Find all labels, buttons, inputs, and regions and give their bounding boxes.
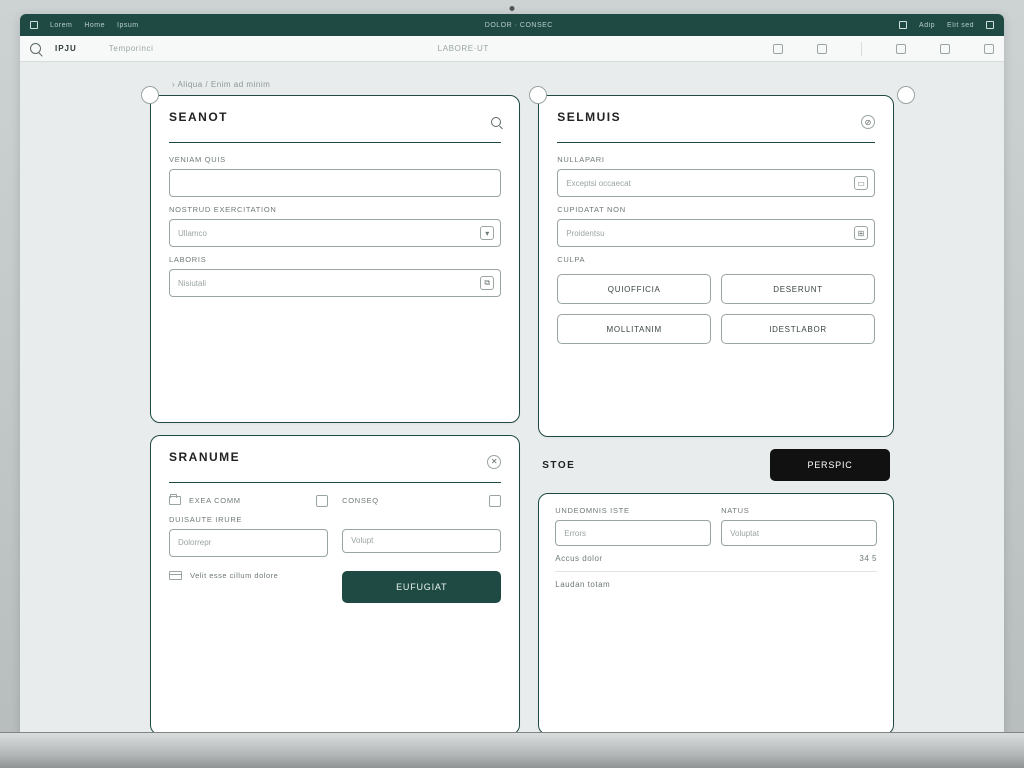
url-toolbar: IPJU Temporinci LABORE·UT	[20, 36, 1004, 62]
square-icon[interactable]	[489, 495, 501, 507]
option-button[interactable]: IDESTLABOR	[721, 314, 875, 344]
anchor-handle-icon[interactable]	[897, 86, 915, 104]
anchor-handle-icon[interactable]	[141, 86, 159, 104]
checkbox-label[interactable]: Velit esse cillum dolore	[190, 571, 278, 580]
browser-tabbar: Lorem Home Ipsum DOLOR · CONSEC Adip Eli…	[20, 14, 1004, 36]
card-left-bottom: SRANUME ✕ EXEA COMM	[150, 435, 520, 734]
search-icon[interactable]	[491, 117, 501, 127]
text-input[interactable]: Nisiutali ⧉	[169, 269, 501, 297]
chip-icon[interactable]: ⊞	[854, 226, 868, 240]
field-label: CUPIDATAT NON	[557, 205, 875, 214]
input-placeholder: Proidentsu	[566, 229, 604, 238]
field-label: CONSEQ	[342, 496, 379, 505]
input-placeholder: Ullamco	[178, 229, 207, 238]
field-label	[342, 515, 501, 524]
card-right-top: SELMUIS ⊘ NULLAPARI Exceptsi occaecat ▭ …	[538, 95, 894, 437]
close-icon[interactable]: ✕	[487, 455, 501, 469]
toolbar-icon[interactable]	[773, 44, 783, 54]
card-title: SEANOT	[169, 110, 228, 124]
field-label: EXEA COMM	[189, 496, 241, 505]
option-button[interactable]: DESERUNT	[721, 274, 875, 304]
tab-right-item[interactable]: Elit sed	[947, 22, 974, 29]
primary-action-button[interactable]: PERSPIC	[770, 449, 890, 481]
text-input[interactable]	[169, 169, 501, 197]
camera-dot	[510, 6, 515, 11]
tab-item[interactable]: Ipsum	[117, 22, 139, 29]
toolbar-hint: Temporinci	[109, 44, 154, 53]
summary-row: Laudan totam	[555, 572, 877, 597]
field-label: VENIAM QUIS	[169, 155, 501, 164]
tab-action-icon[interactable]	[899, 21, 907, 29]
close-icon[interactable]: ⊘	[861, 115, 875, 129]
toolbar-icon[interactable]	[940, 44, 950, 54]
dropdown-icon[interactable]: ▾	[480, 226, 494, 240]
field-label: LABORIS	[169, 255, 501, 264]
text-input[interactable]: Proidentsu ⊞	[557, 219, 875, 247]
brand-label: IPJU	[55, 44, 77, 53]
card-icon	[169, 571, 182, 580]
field-label: UNDEOMNIS ISTE	[555, 506, 711, 515]
card-title: SELMUIS	[557, 110, 621, 124]
option-button[interactable]: MOLLITANIM	[557, 314, 711, 344]
anchor-handle-icon[interactable]	[529, 86, 547, 104]
card-title: SRANUME	[169, 450, 240, 464]
option-button[interactable]: QUIOFFICIA	[557, 274, 711, 304]
field-label: NOSTRUD EXERCITATION	[169, 205, 501, 214]
search-icon[interactable]	[316, 495, 328, 507]
tab-center-label: DOLOR · CONSEC	[485, 22, 553, 29]
search-icon[interactable]	[30, 43, 41, 54]
card-right-bottom: UNDEOMNIS ISTE Errors NATUS Voluptat Acc…	[538, 493, 894, 734]
text-input[interactable]: Dolorrepr	[169, 529, 328, 557]
window-control-icon[interactable]	[30, 21, 38, 29]
summary-row: Accus dolor 34 5	[555, 546, 877, 572]
toolbar-icon[interactable]	[896, 44, 906, 54]
input-placeholder: Exceptsi occaecat	[566, 179, 630, 188]
calendar-icon[interactable]: ▭	[854, 176, 868, 190]
text-input[interactable]: Ullamco ▾	[169, 219, 501, 247]
field-label: CULPA	[557, 255, 875, 264]
text-input[interactable]: Volupt	[342, 529, 501, 553]
text-input[interactable]: Exceptsi occaecat ▭	[557, 169, 875, 197]
device-hinge	[0, 732, 1024, 768]
folder-icon	[169, 496, 181, 505]
tab-action-icon[interactable]	[986, 21, 994, 29]
toolbar-icon[interactable]	[984, 44, 994, 54]
copy-icon[interactable]: ⧉	[480, 276, 494, 290]
section-label: STOE	[542, 460, 575, 471]
input-placeholder: Nisiutali	[178, 279, 206, 288]
card-left-top: SEANOT VENIAM QUIS NOSTRUD EXERCITATION …	[150, 95, 520, 423]
toolbar-center: LABORE·UT	[438, 44, 489, 53]
text-input[interactable]: Voluptat	[721, 520, 877, 546]
text-input[interactable]: Errors	[555, 520, 711, 546]
tab-item[interactable]: Home	[84, 22, 105, 29]
field-label: NULLAPARI	[557, 155, 875, 164]
field-label: NATUS	[721, 506, 877, 515]
tab-right-item[interactable]: Adip	[919, 22, 935, 29]
submit-button[interactable]: EUFUGIAT	[342, 571, 501, 603]
field-label: DUISAUTE IRURE	[169, 515, 328, 524]
tab-item[interactable]: Lorem	[50, 22, 72, 29]
toolbar-icon[interactable]	[817, 44, 827, 54]
